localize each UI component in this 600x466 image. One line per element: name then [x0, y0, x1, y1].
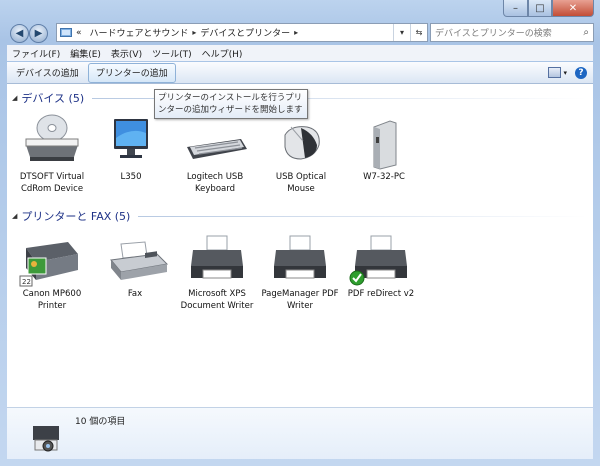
collapse-icon[interactable]: ◢ [12, 94, 17, 102]
group-label: プリンターと FAX (5) [21, 210, 131, 223]
add-device-button[interactable]: デバイスの追加 [9, 64, 86, 82]
fax-icon [95, 230, 175, 288]
item-count: 10 個の項目 [75, 417, 126, 427]
view-icon [548, 67, 562, 78]
device-label: DTSOFT Virtual CdRom Device [19, 172, 85, 194]
chevron-down-icon: ▾ [563, 68, 567, 77]
search-input[interactable]: デバイスとプリンターの検索 [435, 26, 552, 39]
printer-icon [177, 230, 257, 288]
group-header-printers[interactable]: ◢ プリンターと FAX (5) [12, 208, 587, 224]
device-w7-32-pc[interactable]: W7-32-PC [344, 113, 424, 183]
menu-edit[interactable]: 編集(E) [65, 47, 106, 60]
close-button[interactable]: ✕ [552, 0, 594, 17]
printer-fax[interactable]: Fax [95, 230, 175, 300]
menu-help[interactable]: ヘルプ(H) [197, 47, 248, 60]
breadcrumb-devices-printers[interactable]: デバイスとプリンター [196, 26, 294, 39]
printer-label: Canon MP600 Printer [22, 289, 82, 311]
monitor-icon [91, 113, 171, 171]
divider [138, 215, 587, 217]
printer-canon-mp600[interactable]: 22 Canon MP600 Printer [12, 230, 92, 312]
printer-microsoft-xps[interactable]: Microsoft XPS Document Writer [177, 230, 257, 312]
mouse-icon [261, 113, 341, 171]
maximize-button[interactable]: □ [528, 0, 552, 17]
forward-icon: ▶ [34, 28, 43, 39]
back-icon: ◀ [15, 28, 24, 39]
address-bar[interactable]: « ハードウェアとサウンド ▸ デバイスとプリンター ▸ ▾ ⇆ [56, 23, 428, 42]
printer-icon [341, 230, 421, 288]
minimize-button[interactable]: – [503, 0, 528, 17]
menu-tools[interactable]: ツール(T) [147, 47, 197, 60]
details-pane: 10 個の項目 [7, 407, 593, 459]
device-list: ◢ デバイス (5) DTSOFT Virtual CdRom Device L… [7, 84, 593, 407]
group-label: デバイス (5) [21, 92, 85, 105]
device-label: W7-32-PC [363, 172, 405, 182]
svg-text:22: 22 [22, 278, 31, 286]
menu-bar: ファイル(F) 編集(E) 表示(V) ツール(T) ヘルプ(H) [7, 45, 593, 61]
folder-icon [60, 26, 72, 40]
mfp-printer-icon: 22 [12, 230, 92, 288]
help-icon[interactable]: ? [575, 66, 587, 79]
search-box[interactable]: デバイスとプリンターの検索 ⌕ [430, 23, 594, 42]
back-button[interactable]: ◀ [10, 24, 29, 43]
address-dropdown-icon[interactable]: ▾ [393, 24, 410, 41]
window-controls: – □ ✕ [503, 0, 594, 17]
default-check-icon [349, 270, 365, 286]
printer-label: PDF reDirect v2 [347, 289, 415, 299]
printer-pagemanager-pdf[interactable]: PageManager PDF Writer [260, 230, 340, 312]
collapse-icon[interactable]: ◢ [12, 212, 17, 220]
menu-view[interactable]: 表示(V) [106, 47, 147, 60]
tooltip: プリンターのインストールを行うプリンターの追加ウィザードを開始します [154, 89, 308, 119]
device-label: Logitech USB Keyboard [186, 172, 244, 194]
device-dtsoft-cdrom[interactable]: DTSOFT Virtual CdRom Device [12, 113, 92, 195]
pc-icon [344, 113, 424, 171]
device-logitech-keyboard[interactable]: Logitech USB Keyboard [175, 113, 255, 195]
search-icon[interactable]: ⌕ [583, 27, 589, 38]
explorer-window: – □ ✕ ◀ ▶ « ハードウェアとサウンド ▸ デバイスとプリンター ▸ ▾… [0, 0, 600, 466]
keyboard-icon [175, 113, 255, 171]
menu-file[interactable]: ファイル(F) [7, 47, 65, 60]
printer-label: Fax [127, 289, 143, 299]
printer-label: Microsoft XPS Document Writer [180, 289, 254, 311]
add-printer-button[interactable]: プリンターの追加 [87, 62, 176, 83]
device-l350[interactable]: L350 [91, 113, 171, 183]
breadcrumb-separator-icon[interactable]: ▸ [294, 28, 298, 37]
forward-button[interactable]: ▶ [29, 24, 48, 43]
change-view-button[interactable]: ▾ [548, 67, 567, 78]
printer-icon [260, 230, 340, 288]
printer-pdf-redirect[interactable]: PDF reDirect v2 [341, 230, 421, 300]
printer-label: PageManager PDF Writer [261, 289, 339, 311]
command-bar: デバイスの追加 プリンターの追加 ▾ ? [7, 62, 593, 84]
refresh-icon[interactable]: ⇆ [410, 24, 427, 41]
address-overflow[interactable]: « [72, 28, 86, 38]
camera-printer-icon [27, 416, 67, 459]
device-label: USB Optical Mouse [275, 172, 327, 194]
device-label: L350 [120, 172, 142, 182]
breadcrumb-hardware-sound[interactable]: ハードウェアとサウンド [86, 26, 193, 39]
cdrom-icon [12, 113, 92, 171]
device-usb-mouse[interactable]: USB Optical Mouse [261, 113, 341, 195]
